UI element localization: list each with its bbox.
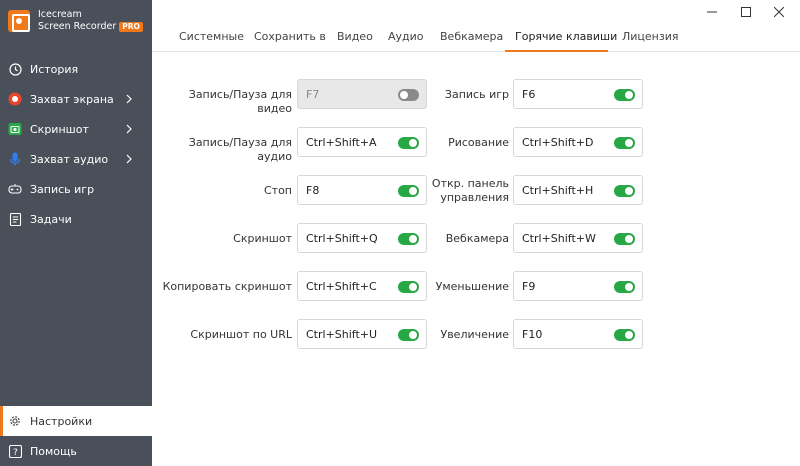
app-logo: Icecream Screen Recorder PRO xyxy=(8,8,143,34)
hotkey-field-screenshot[interactable]: Ctrl+Shift+Q xyxy=(297,223,427,253)
hotkey-label: Откр. панель управления xyxy=(431,177,509,204)
hotkey-label: Вебкамера xyxy=(445,232,509,245)
hotkey-field-copy-screenshot[interactable]: Ctrl+Shift+C xyxy=(297,271,427,301)
hotkey-toggle[interactable] xyxy=(398,329,419,341)
sidebar-item-screenshot[interactable]: Скриншот xyxy=(0,114,152,144)
hotkey-label: Запись игр xyxy=(444,88,509,101)
maximize-button[interactable] xyxy=(731,2,761,22)
hotkey-value: Ctrl+Shift+H xyxy=(522,184,594,197)
hotkey-value: F10 xyxy=(522,328,543,341)
app-name: Icecream Screen Recorder PRO xyxy=(38,9,143,33)
tab-hotkeys[interactable]: Горячие клавиши xyxy=(515,30,617,43)
sidebar-item-screen-capture[interactable]: Захват экрана xyxy=(0,84,152,114)
minimize-icon xyxy=(707,11,717,13)
tab-license[interactable]: Лицензия xyxy=(622,30,678,43)
app-logo-icon xyxy=(8,10,30,32)
microphone-icon xyxy=(8,152,22,166)
close-button[interactable] xyxy=(764,2,794,22)
chevron-right-icon xyxy=(126,94,132,104)
tab-audio[interactable]: Аудио xyxy=(388,30,424,43)
hotkey-value: F7 xyxy=(306,88,320,101)
settings-tabs: Системные Сохранить в Видео Аудио Вебкам… xyxy=(152,22,800,52)
hotkey-toggle[interactable] xyxy=(614,137,635,149)
hotkey-toggle[interactable] xyxy=(614,185,635,197)
hotkey-value: F6 xyxy=(522,88,536,101)
hotkey-toggle[interactable] xyxy=(398,233,419,245)
close-icon xyxy=(774,7,784,17)
hotkey-toggle[interactable] xyxy=(614,89,635,101)
minimize-button[interactable] xyxy=(697,2,727,22)
tab-video[interactable]: Видео xyxy=(337,30,373,43)
hotkey-label: Скриншот по URL xyxy=(190,328,292,341)
chevron-right-icon xyxy=(126,154,132,164)
hotkey-toggle[interactable] xyxy=(398,281,419,293)
hotkey-value: F8 xyxy=(306,184,320,197)
hotkey-field-video-record[interactable]: F7 xyxy=(297,79,427,109)
sidebar-item-settings[interactable]: Настройки xyxy=(0,406,152,436)
hotkey-label: Увеличение xyxy=(440,328,509,341)
hotkey-label: Рисование xyxy=(448,136,509,149)
hotkey-toggle[interactable] xyxy=(614,281,635,293)
hotkey-field-control-panel[interactable]: Ctrl+Shift+H xyxy=(513,175,643,205)
maximize-icon xyxy=(741,7,751,17)
hotkey-value: Ctrl+Shift+A xyxy=(306,136,377,149)
help-icon: ? xyxy=(8,444,22,458)
tab-save-to[interactable]: Сохранить в xyxy=(254,30,326,43)
hotkey-field-game-record[interactable]: F6 xyxy=(513,79,643,109)
gamepad-icon xyxy=(8,182,22,196)
hotkey-toggle[interactable] xyxy=(398,137,419,149)
sidebar-item-game-recording[interactable]: Запись игр xyxy=(0,174,152,204)
hotkey-label: Уменьшение xyxy=(435,280,509,293)
hotkey-field-drawing[interactable]: Ctrl+Shift+D xyxy=(513,127,643,157)
hotkey-value: Ctrl+Shift+C xyxy=(306,280,377,293)
hotkey-field-audio-record[interactable]: Ctrl+Shift+A xyxy=(297,127,427,157)
camera-icon xyxy=(8,122,22,136)
hotkey-label: Копировать скриншот xyxy=(162,280,292,293)
hotkey-toggle[interactable] xyxy=(398,89,419,101)
hotkey-label: Запись/Пауза для аудио xyxy=(188,136,292,163)
sidebar-item-audio-capture[interactable]: Захват аудио xyxy=(0,144,152,174)
sidebar-item-history[interactable]: История xyxy=(0,54,152,84)
hotkey-value: Ctrl+Shift+W xyxy=(522,232,596,245)
hotkey-value: Ctrl+Shift+U xyxy=(306,328,378,341)
hotkey-value: Ctrl+Shift+D xyxy=(522,136,594,149)
gear-icon xyxy=(8,414,22,428)
sidebar-item-tasks[interactable]: Задачи xyxy=(0,204,152,234)
clock-icon xyxy=(8,62,22,76)
hotkey-field-webcam[interactable]: Ctrl+Shift+W xyxy=(513,223,643,253)
hotkey-toggle[interactable] xyxy=(398,185,419,197)
hotkey-toggle[interactable] xyxy=(614,329,635,341)
hotkey-value: F9 xyxy=(522,280,536,293)
pro-badge: PRO xyxy=(119,22,143,32)
tab-system[interactable]: Системные xyxy=(179,30,244,43)
hotkey-field-stop[interactable]: F8 xyxy=(297,175,427,205)
hotkey-label: Стоп xyxy=(263,184,292,197)
svg-text:?: ? xyxy=(13,448,18,458)
sidebar: Icecream Screen Recorder PRO История Захв… xyxy=(0,0,152,466)
tasks-icon xyxy=(8,212,22,226)
hotkey-label: Запись/Пауза для видео xyxy=(188,88,292,115)
sidebar-item-help[interactable]: ? Помощь xyxy=(0,436,152,466)
record-icon xyxy=(8,92,22,106)
tab-webcam[interactable]: Вебкамера xyxy=(440,30,503,43)
hotkey-field-zoom-out[interactable]: F9 xyxy=(513,271,643,301)
hotkey-field-zoom-in[interactable]: F10 xyxy=(513,319,643,349)
active-tab-indicator xyxy=(505,50,608,52)
hotkey-value: Ctrl+Shift+Q xyxy=(306,232,378,245)
chevron-right-icon xyxy=(126,124,132,134)
hotkey-toggle[interactable] xyxy=(614,233,635,245)
hotkey-label: Скриншот xyxy=(233,232,292,245)
hotkey-field-screenshot-url[interactable]: Ctrl+Shift+U xyxy=(297,319,427,349)
